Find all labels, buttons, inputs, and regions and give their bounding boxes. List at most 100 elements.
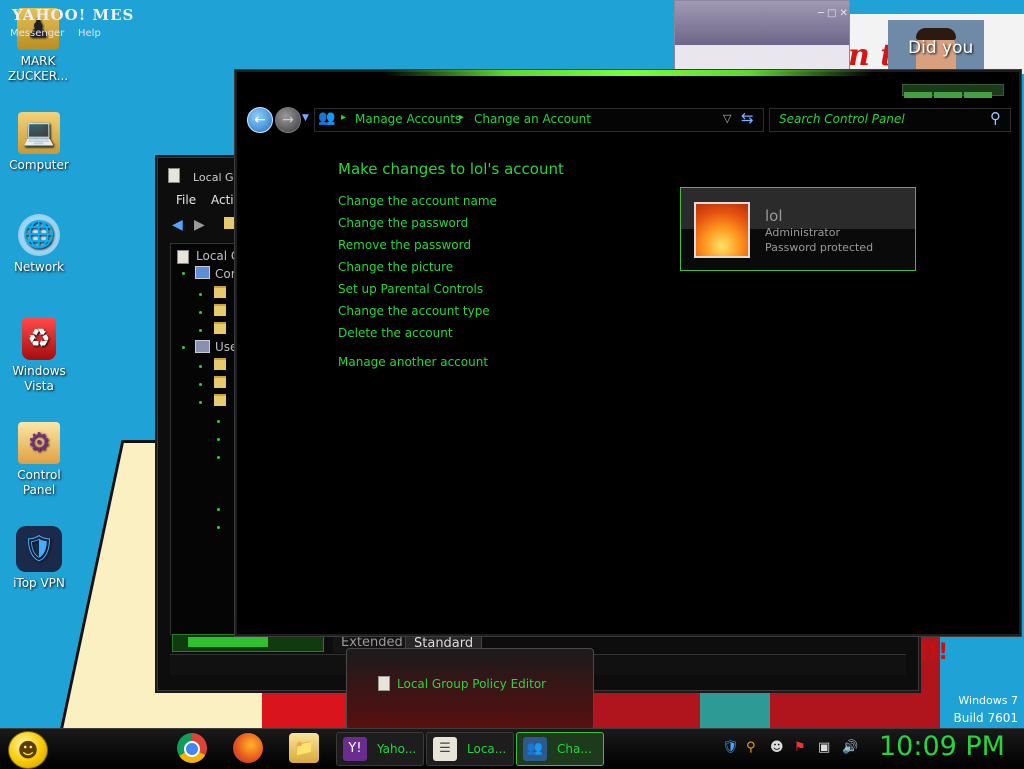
breadcrumb-change-account[interactable]: Change an Account [474, 112, 591, 126]
yahoo-menu-help[interactable]: Help [78, 28, 101, 39]
tree-bullet [199, 293, 202, 296]
desktop-icon-label: Computer [9, 158, 69, 172]
windows-version-text: Windows 7 [958, 694, 1018, 707]
search-tray-icon[interactable]: ⚲ [746, 740, 756, 755]
taskbar-button-policy-editor[interactable]: ☰ Loca... [426, 732, 514, 766]
start-button-smiley-icon[interactable]: ☻ [8, 731, 48, 769]
policy-editor-icon: ☰ [433, 737, 457, 761]
desktop-icon-label: Windows Vista [12, 364, 66, 393]
tree-item-computer-config[interactable]: Cor [215, 267, 236, 281]
recent-pages-dropdown[interactable]: ▼ [302, 113, 309, 123]
taskbar-button-yahoo[interactable]: Y! Yaho... [336, 732, 424, 766]
taskbar-button-label: Cha... [557, 742, 592, 756]
taskbar-clock[interactable]: 10:09 PM [879, 731, 1005, 762]
tree-bullet [199, 311, 202, 314]
tree-bullet [182, 272, 185, 275]
scrollbar-thumb[interactable] [188, 637, 268, 647]
account-type: Administrator [765, 226, 840, 239]
tree-bullet [199, 383, 202, 386]
taskbar-button-label: Loca... [467, 742, 507, 756]
page-title: Make changes to lol's account [338, 160, 564, 178]
tree-bullet [217, 438, 220, 441]
user-accounts-icon: 👥 [523, 737, 547, 761]
gpe-menu-file[interactable]: File [176, 193, 196, 207]
yahoo-messenger-icon: Y! [343, 737, 367, 761]
chevron-right-icon[interactable]: ▸ [341, 112, 346, 123]
control-panel-icon: ⚙ [18, 422, 60, 464]
desktop-icon-network[interactable]: 🌐 Network [3, 214, 75, 275]
close-button[interactable] [964, 92, 992, 98]
forward-arrow-icon[interactable]: ▶ [194, 217, 205, 233]
gpe-window-title: Local Gr [193, 171, 239, 184]
gpe-tree-pane[interactable] [170, 243, 238, 635]
desktop-icon-label: MARK ZUCKER... [7, 54, 69, 83]
desktop-icon-itop-vpn[interactable]: 🛡 iTop VPN [3, 526, 75, 591]
refresh-icon[interactable]: ⇆ [741, 109, 754, 127]
vpn-shield-icon: 🛡 [16, 526, 62, 572]
computer-config-icon [195, 266, 210, 279]
network-icon: 🌐 [18, 214, 60, 256]
folder-icon[interactable] [214, 394, 226, 406]
policy-doc-icon [378, 676, 390, 691]
link-change-account-name[interactable]: Change the account name [338, 194, 497, 208]
policy-root-icon [177, 250, 189, 264]
tree-bullet [217, 508, 220, 511]
link-manage-another-account[interactable]: Manage another account [338, 355, 488, 369]
yahoo-title: YAHOO! MES [12, 6, 135, 24]
folder-icon[interactable] [214, 376, 226, 388]
wallpaper-exclamations: !!! [918, 640, 949, 665]
link-change-password[interactable]: Change the password [338, 216, 468, 230]
taskbar-button-label: Yaho... [377, 742, 417, 756]
folder-icon[interactable] [214, 358, 226, 370]
link-remove-password[interactable]: Remove the password [338, 238, 471, 252]
link-parental-controls[interactable]: Set up Parental Controls [338, 282, 483, 296]
volume-icon[interactable]: 🔊 [842, 740, 858, 755]
folder-icon[interactable] [214, 304, 226, 316]
chevron-right-icon[interactable]: ▸ [459, 112, 464, 123]
folder-icon[interactable] [214, 286, 226, 298]
tree-item-local[interactable]: Local C [196, 249, 239, 263]
policy-doc-icon [168, 168, 180, 183]
yahoo-window-controls[interactable]: ─□✕ [818, 8, 1018, 19]
account-name: lol [765, 207, 783, 225]
desktop-icon-label: Control Panel [17, 468, 61, 497]
control-panel-window[interactable] [235, 70, 1021, 636]
address-dropdown-icon[interactable]: ▽ [723, 112, 731, 125]
tree-bullet [217, 420, 220, 423]
vpn-tray-icon[interactable]: 🛡 [722, 740, 739, 755]
tree-bullet [182, 346, 185, 349]
breadcrumb-manage-accounts[interactable]: Manage Accounts [355, 112, 461, 126]
desktop-icon-recycle-bin[interactable]: ♻ Windows Vista [3, 318, 75, 394]
folder-icon[interactable] [214, 322, 226, 334]
messenger-tray-icon[interactable]: ☻ [770, 740, 784, 755]
maximize-button[interactable] [934, 92, 962, 98]
thumbnail-label[interactable]: Local Group Policy Editor [397, 677, 546, 691]
video-thumbnail[interactable]: Did you [888, 20, 984, 72]
desktop-icon-computer[interactable]: 💻 Computer [3, 112, 75, 173]
windows-build-text: Build 7601 [953, 711, 1018, 725]
action-center-flag-icon[interactable]: ⚑ [794, 740, 806, 755]
firefox-icon[interactable] [233, 733, 263, 763]
search-placeholder[interactable]: Search Control Panel [779, 112, 905, 126]
back-arrow-icon[interactable]: ◀ [172, 217, 183, 233]
link-change-picture[interactable]: Change the picture [338, 260, 453, 274]
back-button[interactable]: ← [247, 107, 273, 133]
window-controls[interactable] [902, 84, 1004, 98]
tree-bullet [217, 456, 220, 459]
network-tray-icon[interactable]: ▣ [818, 740, 830, 755]
tree-bullet [217, 526, 220, 529]
folder-icon[interactable]: 📁 [289, 733, 319, 763]
minimize-button[interactable] [904, 92, 932, 98]
window-top-glow [383, 70, 873, 76]
chrome-icon[interactable] [177, 733, 207, 763]
taskbar-button-control-panel[interactable]: 👥 Cha... [516, 732, 604, 766]
forward-button[interactable]: → [275, 107, 301, 133]
link-change-account-type[interactable]: Change the account type [338, 304, 490, 318]
recycle-bin-icon: ♻ [22, 318, 56, 360]
desktop-icon-label: Network [13, 260, 65, 274]
desktop-icon-control-panel[interactable]: ⚙ Control Panel [3, 422, 75, 498]
link-delete-account[interactable]: Delete the account [338, 326, 453, 340]
search-icon[interactable]: ⚲ [990, 109, 1001, 127]
yahoo-menu-messenger[interactable]: Messenger [10, 28, 64, 39]
account-picture [694, 202, 750, 258]
